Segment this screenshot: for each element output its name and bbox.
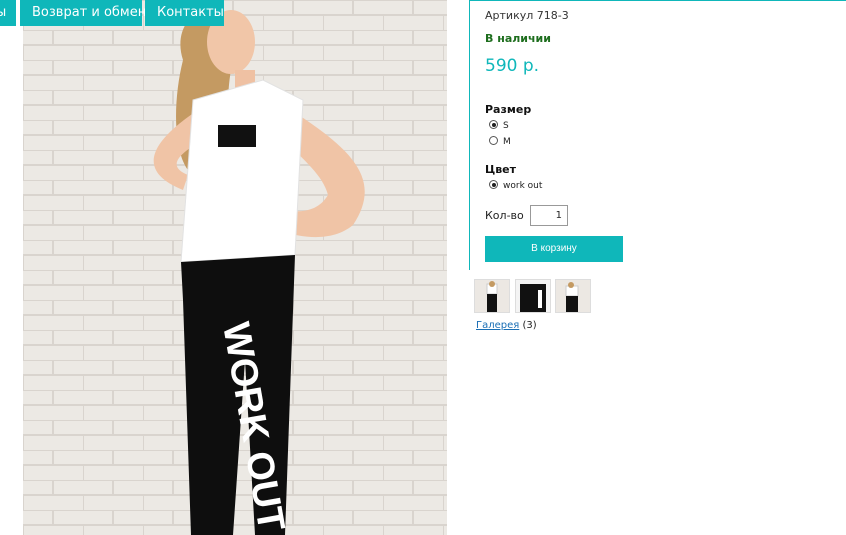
size-label: Размер: [485, 103, 532, 116]
size-option-label: M: [503, 137, 511, 147]
product-price: 590 р.: [485, 56, 540, 76]
quantity-label: Кол-во: [485, 209, 524, 222]
gallery-thumbnail-3[interactable]: [555, 279, 591, 313]
size-option-s[interactable]: S: [489, 120, 509, 132]
product-sku: Артикул 718-3: [485, 9, 569, 22]
nav-item-label: Возврат и обмен: [32, 5, 147, 20]
nav-item-label: ы: [0, 5, 7, 20]
stock-status: В наличии: [485, 32, 551, 45]
gallery-thumbnail-2[interactable]: [515, 279, 551, 313]
nav-item-partial[interactable]: ы: [0, 0, 16, 26]
panel-top-border: [469, 0, 846, 1]
radio-selected-icon[interactable]: [489, 180, 498, 189]
gallery-link-row: Галерея (3): [476, 320, 537, 331]
gallery-link[interactable]: Галерея: [476, 320, 519, 331]
nav-item-returns[interactable]: Возврат и обмен: [20, 0, 146, 26]
radio-icon[interactable]: [489, 136, 498, 145]
radio-selected-icon[interactable]: [489, 120, 498, 129]
color-option-work-out[interactable]: work out: [489, 180, 542, 192]
size-option-m[interactable]: M: [489, 136, 511, 148]
nav-item-contacts[interactable]: Контакты: [145, 0, 224, 26]
product-main-image[interactable]: WORK OUT: [23, 0, 447, 535]
quantity-input[interactable]: [530, 205, 568, 226]
gallery-thumbnail-1[interactable]: [474, 279, 510, 313]
color-option-label: work out: [503, 181, 543, 191]
nav-item-label: Контакты: [157, 5, 224, 20]
add-to-cart-button[interactable]: В корзину: [485, 236, 623, 262]
gallery-count: (3): [522, 320, 537, 331]
panel-left-border: [469, 0, 470, 270]
size-option-label: S: [503, 121, 509, 131]
color-label: Цвет: [485, 163, 517, 176]
